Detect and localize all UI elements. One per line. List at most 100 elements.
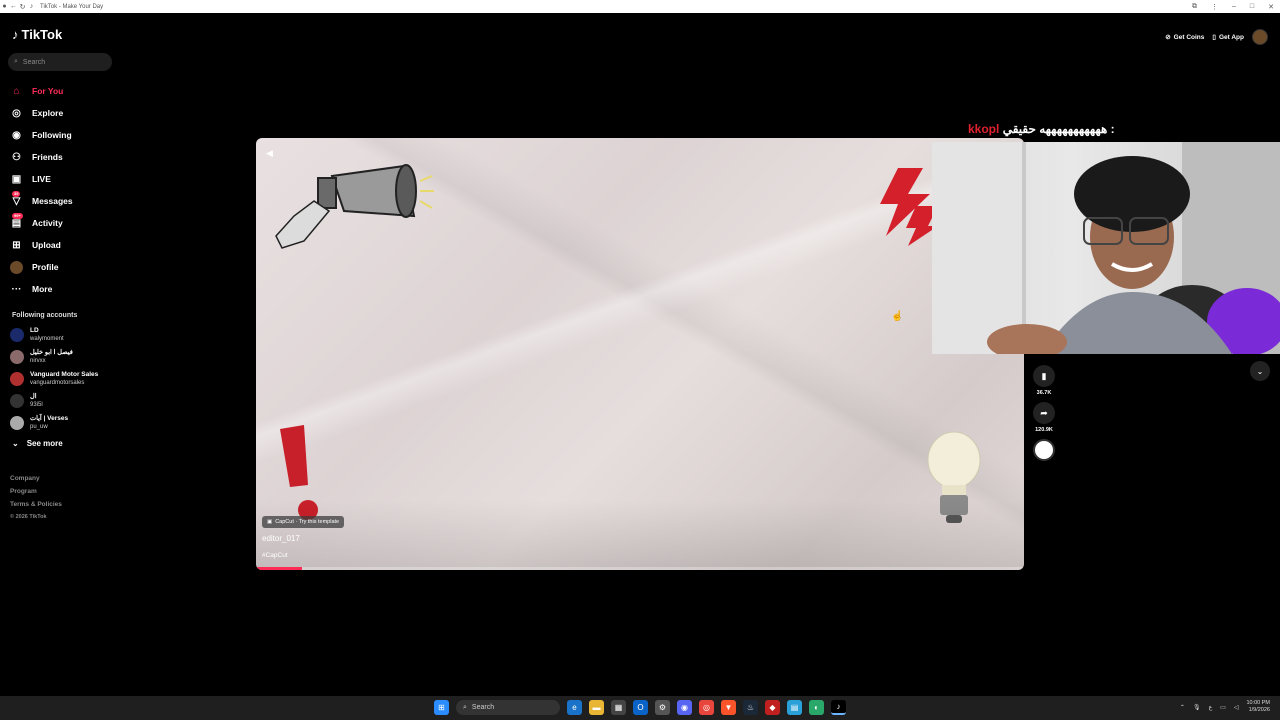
video-player[interactable]: ◀ ▣ CapCut · Try this template editor_01… xyxy=(256,138,1024,570)
edge-icon[interactable]: e xyxy=(567,700,582,715)
back-icon[interactable]: ← xyxy=(9,3,18,10)
home-icon: ⌂ xyxy=(13,85,20,97)
list-item[interactable]: ال 93i5l xyxy=(10,390,125,412)
following-accounts-list: LD walymoment فيصل ا ابو خليل nirvxx Vangu… xyxy=(10,324,125,434)
sidebar-item-explore[interactable]: ◎ Explore xyxy=(10,102,120,124)
share-button[interactable]: ➦ xyxy=(1033,402,1055,424)
sidebar-item-label: More xyxy=(32,284,53,294)
footer-link-terms[interactable]: Terms & Policies xyxy=(10,498,62,511)
messages-badge: 39 xyxy=(12,190,21,197)
windows-start-icon[interactable]: ⊞ xyxy=(434,700,449,715)
video-hashtag[interactable]: #CapCut xyxy=(262,552,288,559)
sidebar-item-following[interactable]: ◉ Following xyxy=(10,124,120,146)
tiktok-taskbar-icon[interactable]: ♪ xyxy=(831,700,846,715)
chevron-down-icon: ⌄ xyxy=(1256,366,1264,376)
extensions-icon[interactable]: ⧉ xyxy=(1192,3,1197,11)
language-icon[interactable]: ع xyxy=(1209,704,1213,711)
outlook-icon[interactable]: O xyxy=(633,700,648,715)
streamer-webcam-image xyxy=(932,142,1280,354)
share-count: 120.9K xyxy=(1035,427,1053,433)
sidebar-item-label: Activity xyxy=(32,218,63,228)
capcut-icon: ▣ xyxy=(267,519,273,525)
volume-icon[interactable]: ◀ xyxy=(266,148,273,159)
list-item[interactable]: LD walymoment xyxy=(10,324,125,346)
sidebar-item-label: Explore xyxy=(32,108,64,118)
chrome-icon[interactable]: ◎ xyxy=(699,700,714,715)
hand-cursor-icon: ☝ xyxy=(891,311,904,322)
settings-icon[interactable]: ⚙ xyxy=(655,700,670,715)
volume-tray-icon[interactable]: ◁ xyxy=(1234,704,1239,711)
microphone-icon[interactable]: 🎙 xyxy=(1193,704,1201,711)
app-icon: ● xyxy=(2,3,7,10)
notepad-icon[interactable]: ▤ xyxy=(787,700,802,715)
chat-overlay: kkopl هههههههههههه حقيقي : xyxy=(968,122,1115,136)
taskbar-search[interactable]: ⌕ Search xyxy=(456,700,560,715)
lightning-bolt-illustration xyxy=(880,168,938,246)
avatar xyxy=(10,394,24,408)
sidebar-item-friends[interactable]: ⚇ Friends xyxy=(10,146,120,168)
list-item[interactable]: آيات | Verses pu_uw xyxy=(10,412,125,434)
search-icon: ⌕ xyxy=(463,703,467,711)
maximize-icon[interactable]: □ xyxy=(1250,3,1254,10)
sidebar-item-activity[interactable]: ▤ 99+ Activity xyxy=(10,212,120,234)
brave-icon[interactable]: ▼ xyxy=(721,700,736,715)
discord-icon[interactable]: ◉ xyxy=(677,700,692,715)
next-video-button[interactable]: ⌄ xyxy=(1250,361,1270,381)
list-item[interactable]: Vanguard Motor Sales vanguardmotorsales xyxy=(10,368,125,390)
video-progress-fill xyxy=(256,567,303,570)
menu-icon[interactable]: ⋮ xyxy=(1211,3,1218,11)
minimize-icon[interactable]: – xyxy=(1232,3,1236,10)
following-accounts-title: Following accounts xyxy=(12,312,78,319)
share-icon: ➦ xyxy=(1040,407,1048,418)
capcut-template-tag[interactable]: ▣ CapCut · Try this template xyxy=(262,516,345,528)
tiktok-tab-icon: ♪ xyxy=(29,3,34,10)
bookmark-icon: ▮ xyxy=(1041,370,1047,381)
store-icon[interactable]: ▦ xyxy=(611,700,626,715)
sidebar-item-live[interactable]: ▣ LIVE xyxy=(10,168,120,190)
network-icon[interactable]: ▭ xyxy=(1220,704,1226,711)
coin-icon: ⊘ xyxy=(1165,34,1171,41)
top-right-actions: ⊘ Get Coins ▯ Get App xyxy=(1165,29,1268,45)
capcut-disc-icon[interactable] xyxy=(1033,439,1055,461)
search-input[interactable]: ⌕ Search xyxy=(8,53,112,71)
video-progress-bar[interactable] xyxy=(256,567,1024,570)
sidebar-item-upload[interactable]: ⊞ Upload xyxy=(10,234,120,256)
activity-badge: 99+ xyxy=(12,212,23,219)
profile-avatar-icon xyxy=(10,260,23,274)
see-more-link[interactable]: ⌄ See more xyxy=(12,439,63,448)
messages-icon: ▽ 39 xyxy=(12,190,21,207)
get-coins-button[interactable]: ⊘ Get Coins xyxy=(1165,33,1204,42)
sidebar-item-label: For You xyxy=(32,86,64,96)
video-author[interactable]: editor_017 xyxy=(262,534,300,543)
user-avatar[interactable] xyxy=(1252,29,1268,45)
reload-icon[interactable]: ↻ xyxy=(18,3,27,11)
search-placeholder: Search xyxy=(22,58,46,66)
avatar xyxy=(10,350,24,364)
tray-chevron-icon[interactable]: ⌃ xyxy=(1180,704,1185,711)
browser-icon[interactable]: ◐ xyxy=(809,700,824,715)
footer-link-program[interactable]: Program xyxy=(10,485,62,498)
live-icon: ▣ xyxy=(11,173,22,185)
search-icon: ⌕ xyxy=(14,58,18,65)
following-avatar-icon: ◉ xyxy=(12,129,21,141)
sidebar-item-profile[interactable]: Profile xyxy=(10,256,120,278)
app-icon[interactable]: ◆ xyxy=(765,700,780,715)
sidebar-item-label: Following xyxy=(32,130,72,140)
caption-gradient xyxy=(256,500,1024,570)
tiktok-logo[interactable]: ♪ TikTok xyxy=(12,27,62,42)
list-item[interactable]: فيصل ا ابو خليل nirvxx xyxy=(10,346,125,368)
file-explorer-icon[interactable]: ▬ xyxy=(589,700,604,715)
get-app-button[interactable]: ▯ Get App xyxy=(1212,33,1244,42)
copyright: © 2026 TikTok xyxy=(10,514,47,520)
footer-link-company[interactable]: Company xyxy=(10,472,62,485)
chevron-down-icon: ⌄ xyxy=(12,439,19,448)
bookmark-button[interactable]: ▮ xyxy=(1033,365,1055,387)
close-icon[interactable]: ✕ xyxy=(1268,3,1274,11)
sidebar-item-for-you[interactable]: ⌂ For You xyxy=(10,80,120,102)
taskbar-clock[interactable]: 10:00 PM 1/9/2026 xyxy=(1246,700,1270,714)
sidebar-item-messages[interactable]: ▽ 39 Messages xyxy=(10,190,120,212)
avatar xyxy=(10,372,24,386)
webcam-overlay xyxy=(932,142,1280,354)
sidebar-item-more[interactable]: ··· More xyxy=(10,278,120,300)
steam-icon[interactable]: ♨ xyxy=(743,700,758,715)
